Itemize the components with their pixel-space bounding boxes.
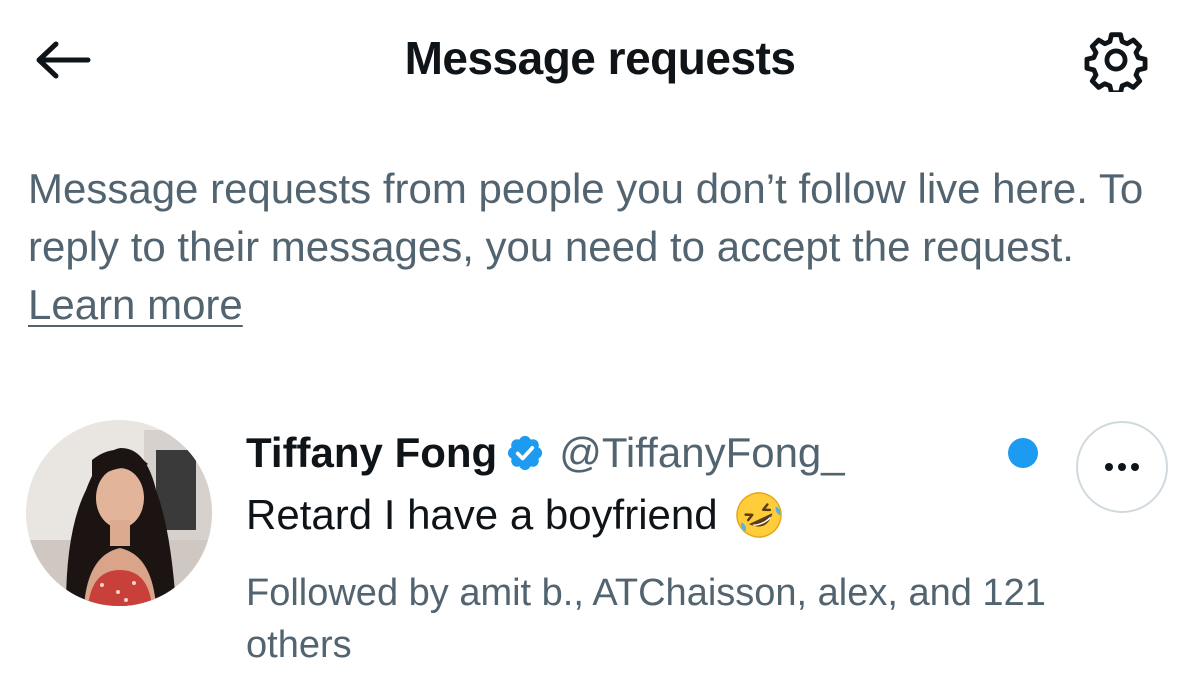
gear-icon xyxy=(1084,32,1148,92)
info-text-block: Message requests from people you don’t f… xyxy=(28,160,1178,334)
sender-row: Tiffany Fong @TiffanyFong_ xyxy=(246,423,845,483)
sender-name[interactable]: Tiffany Fong xyxy=(246,429,497,477)
message-request-item[interactable]: Tiffany Fong @TiffanyFong_ Retard I have… xyxy=(0,405,1200,675)
rolling-on-floor-laughing-icon xyxy=(734,490,784,540)
page-title: Message requests xyxy=(404,32,796,84)
message-text: Retard I have a boyfriend xyxy=(246,491,718,538)
app-header: Message requests xyxy=(0,0,1200,120)
learn-more-link[interactable]: Learn more xyxy=(28,281,243,328)
sender-handle: @TiffanyFong_ xyxy=(559,429,845,476)
ellipsis-icon xyxy=(1105,463,1139,471)
followed-by-text: Followed by amit b., ATChaisson, alex, a… xyxy=(246,572,1046,666)
info-text: Message requests from people you don’t f… xyxy=(28,165,1144,270)
message-preview: Retard I have a boyfriend xyxy=(246,485,784,545)
unread-indicator xyxy=(1008,438,1038,468)
verified-badge-icon xyxy=(505,433,545,473)
more-options-button[interactable] xyxy=(1076,421,1168,513)
settings-button[interactable] xyxy=(1080,24,1152,96)
avatar[interactable] xyxy=(26,420,212,606)
